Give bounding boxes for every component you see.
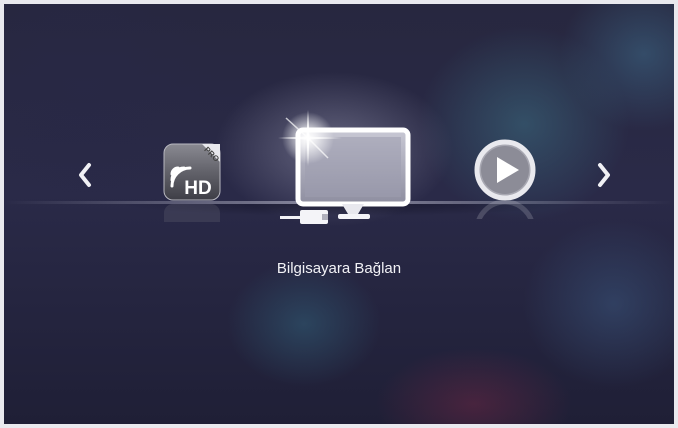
next-button[interactable] — [594, 160, 614, 190]
media-player-app[interactable] — [472, 137, 538, 219]
computer-monitor-icon — [278, 110, 411, 224]
launcher-screen: PRO HD Bilgisayara Bağlan — [4, 4, 674, 424]
pc-connect-app[interactable] — [272, 104, 412, 234]
play-icon — [474, 139, 536, 201]
previous-button[interactable] — [75, 160, 95, 190]
hd-label: HD — [184, 178, 211, 199]
wireless-hd-pro-app[interactable]: PRO HD — [162, 142, 222, 222]
chevron-left-icon — [79, 163, 91, 187]
wireless-hd-pro-icon: PRO HD — [163, 143, 221, 201]
chevron-right-icon — [598, 163, 610, 187]
selected-item-title: Bilgisayara Bağlan — [276, 260, 402, 277]
